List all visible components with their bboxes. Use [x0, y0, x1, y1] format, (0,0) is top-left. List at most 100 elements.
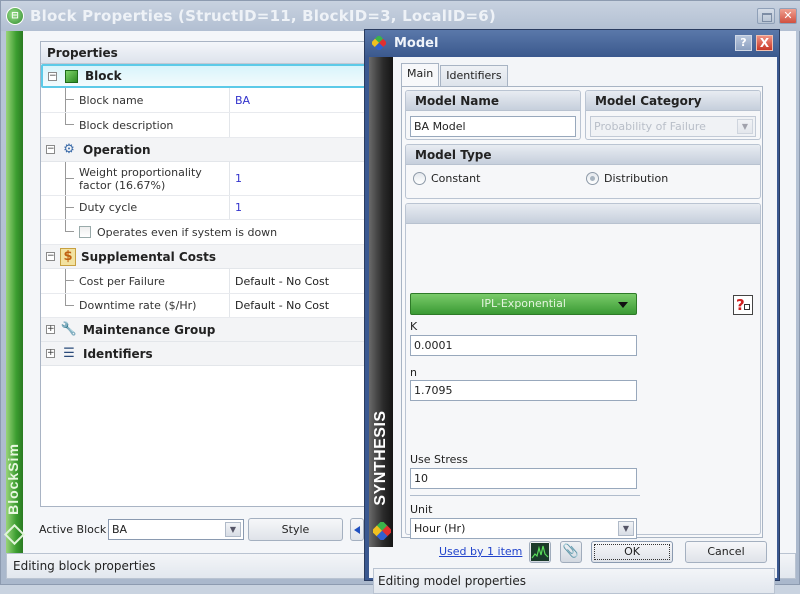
maintenance-icon: 🔧: [60, 322, 78, 337]
use-stress-input[interactable]: 10: [410, 468, 637, 489]
previous-button[interactable]: [350, 518, 364, 541]
list-icon: ☰: [63, 346, 75, 361]
property-row[interactable]: Duty cycle 1: [41, 196, 379, 220]
param-label-n: n: [410, 366, 417, 379]
property-name: Block description: [41, 113, 229, 137]
plot-icon: [531, 543, 549, 561]
property-row[interactable]: Downtime rate ($/Hr) Default - No Cost: [41, 294, 379, 318]
cube-icon: [62, 67, 80, 85]
property-value[interactable]: [229, 113, 379, 137]
help-question-icon[interactable]: ?: [733, 295, 753, 315]
property-name: Downtime rate ($/Hr): [41, 294, 229, 317]
tab-strip: Main Identifiers: [401, 63, 509, 86]
collapse-icon[interactable]: −: [48, 71, 57, 81]
unit-select[interactable]: Hour (Hr) ▼: [410, 518, 637, 539]
model-name-input[interactable]: BA Model: [410, 116, 576, 137]
ok-button[interactable]: OK: [591, 541, 673, 563]
operates-if-down-checkbox[interactable]: [79, 226, 91, 238]
synthesis-logo-icon: [370, 34, 388, 52]
blocksim-app-icon: ⊟: [6, 7, 24, 25]
attachment-button[interactable]: 📎: [560, 541, 582, 563]
category-supplemental-costs[interactable]: − $ Supplemental Costs: [41, 245, 379, 269]
synthesis-logo-icon: [371, 520, 393, 542]
collapse-icon[interactable]: −: [46, 145, 55, 154]
dialog-body: SYNTHESIS Main Identifiers Model Name BA…: [369, 57, 777, 594]
collapse-icon[interactable]: −: [46, 252, 55, 261]
model-name-group: Model Name BA Model: [405, 90, 581, 140]
chevron-down-icon[interactable]: ▼: [225, 522, 241, 537]
category-block[interactable]: − Block: [41, 64, 379, 88]
param-n-input[interactable]: 1.7095: [410, 380, 637, 401]
divider: [410, 495, 640, 496]
tab-identifiers[interactable]: Identifiers: [440, 65, 508, 86]
property-value[interactable]: BA: [229, 88, 379, 112]
property-checkbox-row: Operates even if system is down: [41, 220, 371, 244]
radio-button[interactable]: [586, 172, 599, 185]
property-value[interactable]: Default - No Cost: [229, 294, 379, 317]
unit-value: Hour (Hr): [414, 522, 466, 535]
category-label: Maintenance Group: [83, 322, 216, 337]
group-header: Model Type: [406, 145, 760, 165]
category-maintenance-group[interactable]: + 🔧 Maintenance Group: [41, 318, 379, 342]
active-block-value: BA: [112, 523, 128, 536]
group-header: [406, 204, 760, 224]
radio-constant[interactable]: Constant: [413, 172, 480, 185]
category-label: Identifiers: [83, 346, 153, 361]
property-grid-header: Properties: [41, 42, 379, 64]
plot-button[interactable]: [529, 541, 551, 563]
property-value[interactable]: Default - No Cost: [229, 269, 379, 293]
category-label: Block: [85, 69, 122, 83]
property-row[interactable]: Block description: [41, 113, 379, 138]
unit-label: Unit: [410, 503, 433, 516]
model-category-value: Probability of Failure: [594, 120, 706, 133]
distribution-dropdown[interactable]: IPL-Exponential: [410, 293, 637, 315]
brand-text: BlockSim: [5, 443, 21, 515]
dollar-icon: $: [60, 247, 76, 266]
dialog-title: Model: [394, 35, 439, 51]
model-type-group: Model Type Constant Distribution: [405, 144, 761, 199]
window-title: Block Properties (StructID=11, BlockID=3…: [30, 7, 496, 25]
tab-main[interactable]: Main: [401, 63, 440, 86]
radio-button[interactable]: [413, 172, 426, 185]
param-label-k: K: [410, 320, 418, 333]
chevron-down-icon: ▼: [737, 119, 753, 134]
main-tab-pane: Model Name BA Model Model Category Proba…: [401, 86, 763, 539]
expand-icon[interactable]: +: [46, 349, 55, 358]
model-dialog: Model ? X SYNTHESIS Main Identifiers Mod…: [364, 29, 780, 594]
property-value[interactable]: 1: [229, 196, 379, 219]
help-button[interactable]: ?: [735, 35, 752, 51]
model-category-group: Model Category Probability of Failure ▼: [585, 90, 761, 140]
category-identifiers[interactable]: + ☰ Identifiers: [41, 342, 379, 366]
category-operation[interactable]: − ⚙ Operation: [41, 138, 379, 162]
title-bar: ⊟ Block Properties (StructID=11, BlockID…: [1, 1, 800, 31]
paperclip-icon: 📎: [562, 544, 580, 559]
synthesis-sidebar: SYNTHESIS: [369, 57, 393, 547]
param-k-input[interactable]: 0.0001: [410, 335, 637, 356]
active-block-label: Active Block: [39, 523, 107, 536]
category-label: Supplemental Costs: [81, 249, 216, 264]
radio-label: Constant: [431, 172, 481, 185]
model-category-select[interactable]: Probability of Failure ▼: [590, 116, 756, 137]
property-name: Block name: [41, 88, 229, 112]
property-row[interactable]: Block name BA: [41, 88, 379, 113]
expand-icon[interactable]: +: [46, 325, 55, 334]
group-header: Model Category: [586, 91, 760, 111]
gear-clock-icon: ⚙: [63, 142, 75, 157]
style-button[interactable]: Style: [248, 518, 343, 541]
property-value[interactable]: 1: [229, 162, 379, 195]
dialog-close-button[interactable]: X: [756, 35, 773, 51]
property-row[interactable]: Operates even if system is down: [41, 220, 379, 245]
close-button[interactable]: ✕: [779, 8, 797, 24]
property-grid: Properties − Block Block name BA Block d…: [40, 41, 380, 507]
property-row[interactable]: Cost per Failure Default - No Cost: [41, 269, 379, 294]
dialog-status-bar: Editing model properties: [373, 568, 775, 594]
cancel-button[interactable]: Cancel: [685, 541, 767, 563]
chevron-down-icon[interactable]: ▼: [618, 521, 634, 536]
group-header: Model Name: [406, 91, 580, 111]
restore-button[interactable]: [757, 8, 775, 24]
used-by-link[interactable]: Used by 1 item: [439, 545, 522, 558]
property-row[interactable]: Weight proportionality factor (16.67%) 1: [41, 162, 379, 196]
active-block-select[interactable]: BA ▼: [108, 519, 244, 540]
property-name: Duty cycle: [41, 196, 229, 219]
radio-distribution[interactable]: Distribution: [586, 172, 668, 185]
